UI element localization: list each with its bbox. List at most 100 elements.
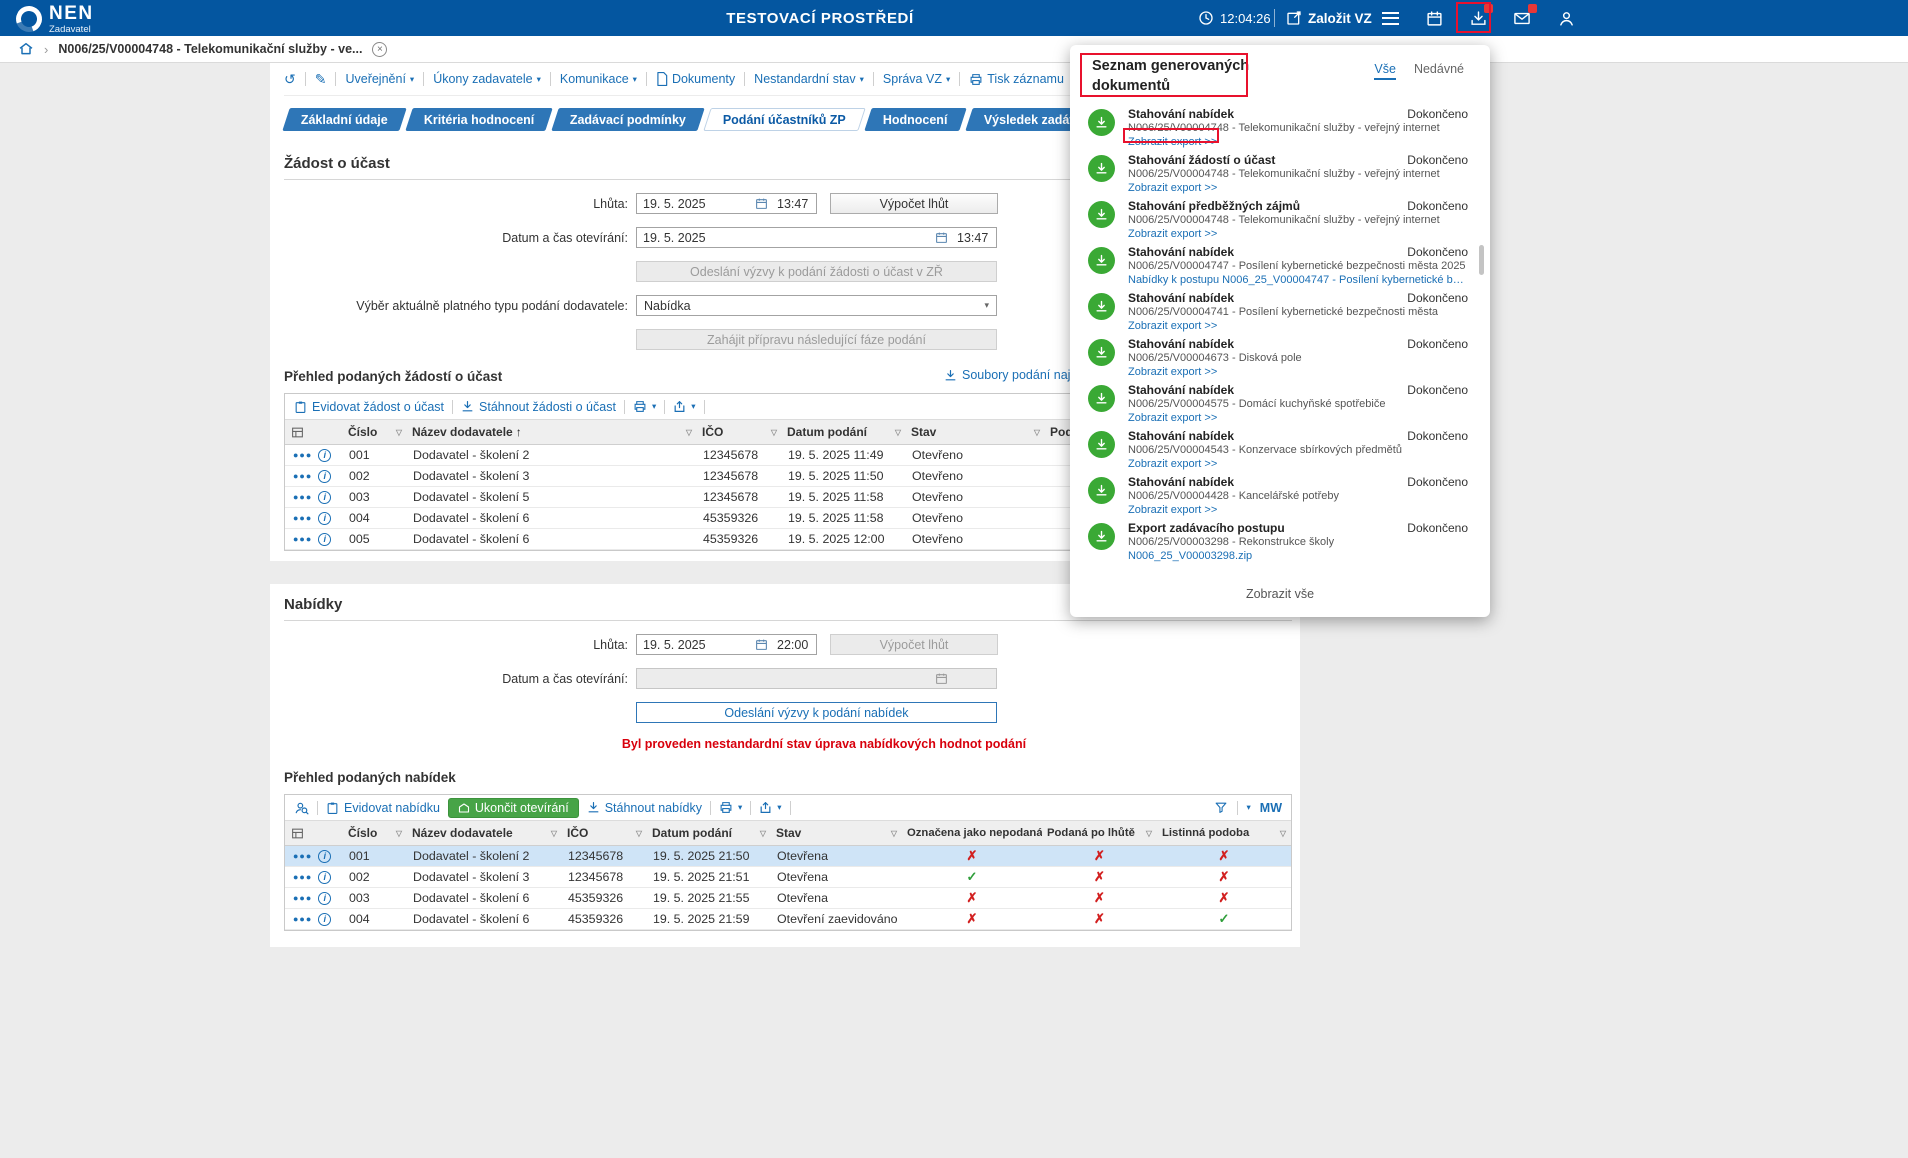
filter-icon[interactable]: ▽: [551, 829, 557, 838]
info-icon[interactable]: i: [318, 871, 331, 884]
print-table-button[interactable]: ▾: [719, 801, 742, 814]
filter-icon[interactable]: ▽: [891, 829, 897, 838]
column-header-nazev[interactable]: Název dodavatele▽: [407, 821, 562, 845]
row-menu-icon[interactable]: ●●●: [293, 534, 312, 544]
calendar-button[interactable]: [1424, 6, 1444, 30]
notification-link[interactable]: N006_25_V00003298.zip: [1128, 550, 1468, 563]
menu-button[interactable]: [1380, 6, 1400, 30]
record-tab[interactable]: Hodnocení: [864, 108, 966, 131]
record-tab[interactable]: Základní údaje: [282, 108, 406, 131]
notification-item[interactable]: Stahování předběžných zájmů Dokončeno N0…: [1070, 195, 1490, 241]
record-tab[interactable]: Zadávací podmínky: [552, 108, 705, 131]
menu-uverejneni[interactable]: Uveřejnění▾: [345, 72, 414, 86]
column-header-cislo[interactable]: Číslo▽: [343, 420, 407, 444]
vypocet-lhut-button[interactable]: Výpočet lhůt: [830, 193, 998, 214]
column-header-nepodana[interactable]: Označena jako nepodaná▽: [902, 821, 1042, 845]
nabidky-lhuta-time[interactable]: 22:00: [768, 638, 816, 652]
offer-row[interactable]: ●●● i 002 Dodavatel - školení 3 12345678…: [285, 867, 1291, 888]
user-button[interactable]: [1556, 6, 1576, 30]
notification-item[interactable]: Stahování nabídek Dokončeno N006/25/V000…: [1070, 379, 1490, 425]
lhuta-date-value[interactable]: 19. 5. 2025: [637, 197, 755, 211]
row-menu-icon[interactable]: ●●●: [293, 914, 312, 924]
home-icon[interactable]: [18, 41, 34, 57]
grid-settings-button[interactable]: [285, 420, 343, 444]
notification-item[interactable]: Stahování nabídek Dokončeno N006/25/V000…: [1070, 103, 1490, 149]
calendar-picker-icon[interactable]: [755, 638, 768, 651]
notification-link[interactable]: Nabídky k postupu N006_25_V00004747 - Po…: [1128, 274, 1468, 287]
info-icon[interactable]: i: [318, 913, 331, 926]
edit-icon[interactable]: ✎: [315, 71, 327, 88]
column-header-nazev[interactable]: Název dodavatele↑▽: [407, 420, 697, 444]
menu-dokumenty[interactable]: Dokumenty: [656, 72, 735, 86]
nabidky-lhuta-date[interactable]: 19. 5. 2025: [637, 638, 755, 652]
filter-icon[interactable]: ▽: [1280, 829, 1286, 838]
tab-vse[interactable]: Vše: [1374, 62, 1396, 80]
info-icon[interactable]: i: [318, 470, 331, 483]
offer-row[interactable]: ●●● i 003 Dodavatel - školení 6 45359326…: [285, 888, 1291, 909]
column-header-datum[interactable]: Datum podání▽: [782, 420, 906, 444]
filter-icon[interactable]: ▽: [636, 829, 642, 838]
evidovat-zadost-button[interactable]: Evidovat žádost o účast: [294, 400, 444, 414]
otevirani-datetime-field[interactable]: 19. 5. 2025 13:47: [636, 227, 997, 248]
info-icon[interactable]: i: [318, 491, 331, 504]
filter-icon[interactable]: ▽: [1146, 829, 1152, 838]
filter-icon[interactable]: ▽: [760, 829, 766, 838]
row-menu-icon[interactable]: ●●●: [293, 450, 312, 460]
filter-icon[interactable]: ▽: [396, 829, 402, 838]
menu-nestandardni-stav[interactable]: Nestandardní stav▾: [754, 72, 864, 86]
close-record-icon[interactable]: ×: [372, 42, 387, 57]
view-toggle-mw[interactable]: MW: [1260, 801, 1282, 815]
show-all-link[interactable]: Zobrazit vše: [1070, 587, 1490, 601]
notification-link[interactable]: Zobrazit export >>: [1128, 412, 1468, 425]
row-menu-icon[interactable]: ●●●: [293, 471, 312, 481]
column-header-stav[interactable]: Stav▽: [771, 821, 902, 845]
notification-item[interactable]: Export zadávacího postupu Dokončeno N006…: [1070, 517, 1490, 563]
menu-ukony-zadavatele[interactable]: Úkony zadavatele▾: [433, 72, 541, 86]
messages-button[interactable]: [1512, 6, 1532, 30]
info-icon[interactable]: i: [318, 449, 331, 462]
refresh-icon[interactable]: ↺: [284, 71, 296, 88]
row-menu-icon[interactable]: ●●●: [293, 872, 312, 882]
odeslani-vyzvy-nabidky-button[interactable]: Odeslání výzvy k podání nabídek: [636, 702, 997, 723]
generated-documents-button[interactable]: [1468, 6, 1488, 30]
column-header-cislo[interactable]: Číslo▽: [343, 821, 407, 845]
row-menu-icon[interactable]: ●●●: [293, 492, 312, 502]
calendar-picker-icon[interactable]: [755, 197, 768, 210]
info-icon[interactable]: i: [318, 850, 331, 863]
print-table-button[interactable]: ▾: [633, 400, 656, 413]
lhuta-datetime-field[interactable]: 19. 5. 2025 13:47: [636, 193, 817, 214]
files-link[interactable]: Soubory podání najdet: [944, 368, 1088, 382]
info-icon[interactable]: i: [318, 512, 331, 525]
supplier-search-icon[interactable]: [294, 801, 309, 815]
notification-item[interactable]: Stahování nabídek Dokončeno N006/25/V000…: [1070, 425, 1490, 471]
tab-nedavne[interactable]: Nedávné: [1414, 62, 1464, 80]
column-header-datum[interactable]: Datum podání▽: [647, 821, 771, 845]
info-icon[interactable]: i: [318, 892, 331, 905]
notification-item[interactable]: Stahování nabídek Dokončeno N006/25/V000…: [1070, 287, 1490, 333]
menu-tisk-zaznamu[interactable]: Tisk záznamu: [969, 72, 1064, 86]
grid-settings-button[interactable]: [285, 821, 343, 845]
filter-icon[interactable]: ▽: [1034, 428, 1040, 437]
stahnout-zadosti-button[interactable]: Stáhnout žádosti o účast: [461, 400, 616, 414]
record-tab[interactable]: Podání účastníků ZP: [704, 108, 866, 131]
otevirani-date-value[interactable]: 19. 5. 2025: [637, 231, 935, 245]
nabidky-lhuta-field[interactable]: 19. 5. 2025 22:00: [636, 634, 817, 655]
column-header-listinna[interactable]: Listinná podoba▽: [1157, 821, 1291, 845]
notification-link[interactable]: Zobrazit export >>: [1128, 366, 1468, 379]
notification-item[interactable]: Stahování nabídek Dokončeno N006/25/V000…: [1070, 241, 1490, 287]
notification-link[interactable]: Zobrazit export >>: [1128, 136, 1468, 149]
ukoncit-otevirani-button[interactable]: Ukončit otevírání: [448, 798, 579, 818]
column-header-po-lhute[interactable]: Podaná po lhůtě▽: [1042, 821, 1157, 845]
evidovat-nabidku-button[interactable]: Evidovat nabídku: [326, 801, 440, 815]
offer-row[interactable]: ●●● i 004 Dodavatel - školení 6 45359326…: [285, 909, 1291, 930]
notification-link[interactable]: Zobrazit export >>: [1128, 458, 1468, 471]
notification-link[interactable]: Zobrazit export >>: [1128, 504, 1468, 517]
info-icon[interactable]: i: [318, 533, 331, 546]
row-menu-icon[interactable]: ●●●: [293, 513, 312, 523]
column-header-ico[interactable]: IČO▽: [697, 420, 782, 444]
filter-icon[interactable]: ▽: [771, 428, 777, 437]
popup-scrollbar[interactable]: [1479, 245, 1484, 275]
offer-row[interactable]: ●●● i 001 Dodavatel - školení 2 12345678…: [285, 846, 1291, 867]
create-vz-button[interactable]: Založit VZ: [1286, 0, 1372, 36]
filter-funnel-icon[interactable]: [1214, 801, 1228, 814]
